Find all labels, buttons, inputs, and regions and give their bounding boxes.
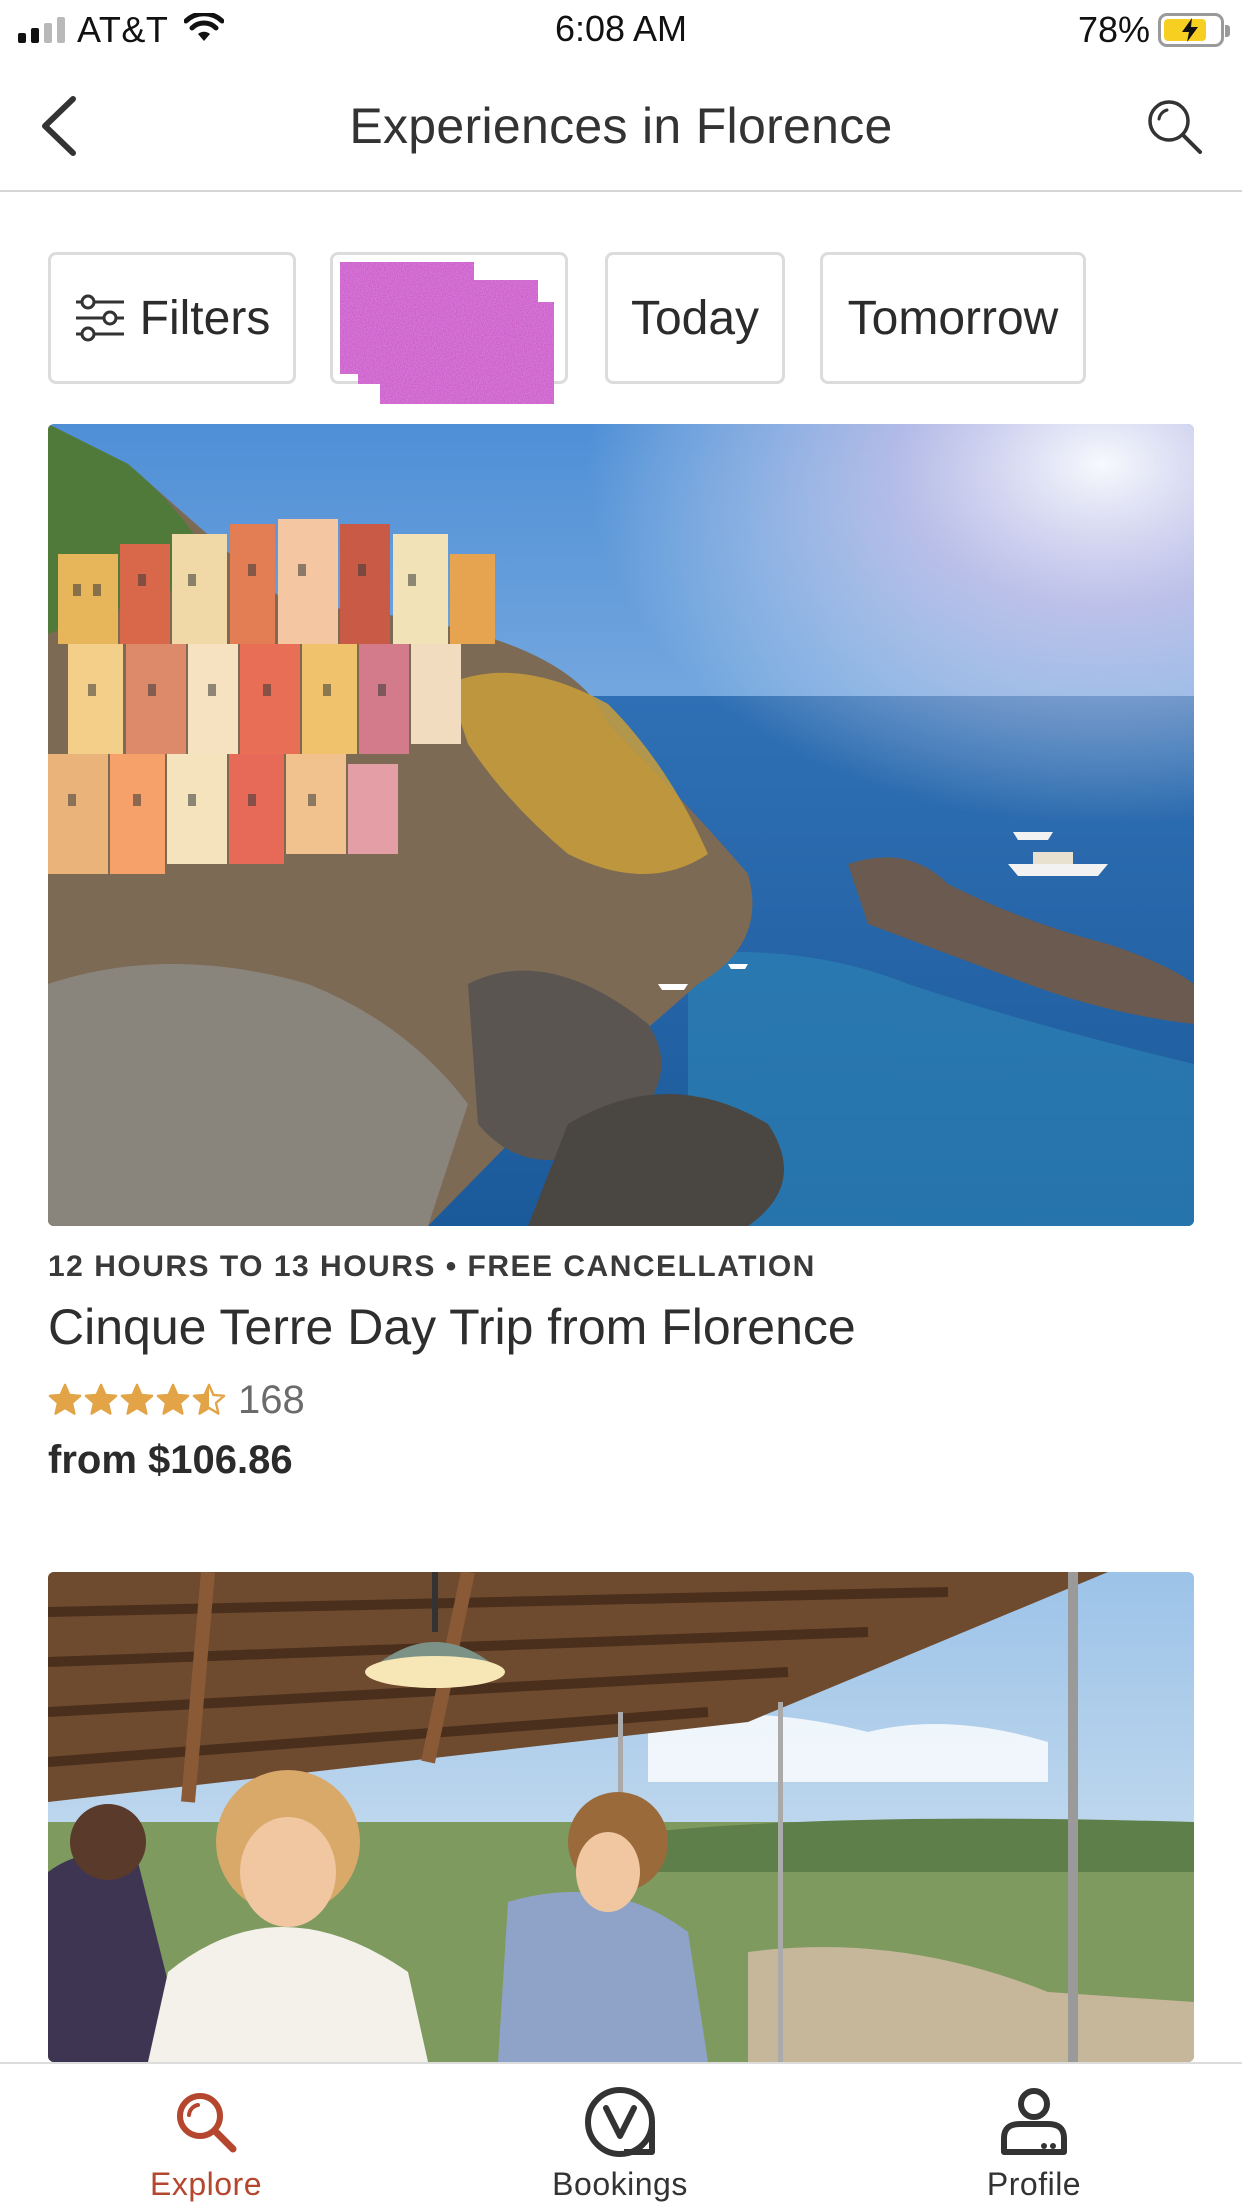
search-icon [173, 2086, 239, 2158]
review-count: 168 [238, 1377, 305, 1422]
tab-explore[interactable]: Explore [96, 2064, 316, 2208]
status-time: 6:08 AM [554, 8, 688, 49]
search-icon [1148, 100, 1202, 154]
listing-image[interactable] [48, 1572, 1194, 2062]
today-label: Today [630, 291, 760, 345]
star-icon [156, 1383, 190, 1415]
battery-percent: 78% [1077, 9, 1150, 50]
cooking-class-photo [48, 1572, 1194, 2062]
redacted-area [340, 262, 554, 404]
tomorrow-label: Tomorrow [847, 291, 1059, 345]
listing-meta: 12 HOURS TO 13 HOURS • FREE CANCELLATION [48, 1250, 816, 1283]
listing-image[interactable] [48, 424, 1194, 1226]
listing-title[interactable]: Cinque Terre Day Trip from Florence [48, 1298, 856, 1356]
tab-label: Bookings [552, 2166, 688, 2202]
today-chip[interactable]: Today [605, 252, 785, 384]
tomorrow-chip[interactable]: Tomorrow [820, 252, 1086, 384]
star-rating [48, 1383, 226, 1417]
status-bar: AT&T 6:08 AM 78% [0, 0, 1242, 62]
bookings-icon [584, 2086, 656, 2158]
battery-icon [1158, 13, 1230, 47]
cinque-terre-photo [48, 424, 1194, 1226]
tab-label: Explore [150, 2166, 262, 2202]
star-icon [120, 1383, 154, 1415]
star-icon [84, 1383, 118, 1415]
tab-bookings[interactable]: Bookings [510, 2064, 730, 2208]
sliders-icon [74, 294, 126, 342]
profile-icon [998, 2086, 1070, 2158]
star-icon [192, 1383, 226, 1415]
listing-price: from $106.86 [48, 1438, 293, 1482]
star-icon [48, 1383, 82, 1415]
status-right: 78% [1077, 8, 1230, 52]
tab-label: Profile [986, 2166, 1082, 2202]
tab-bar: Explore Bookings Profile [0, 2062, 1242, 2208]
search-button[interactable] [1142, 94, 1208, 160]
filters-button[interactable]: Filters [48, 252, 296, 384]
filters-label: Filters [139, 291, 271, 345]
page-title: Experiences in Florence [349, 98, 893, 154]
nav-header: Experiences in Florence [0, 62, 1242, 192]
tab-profile[interactable]: Profile [924, 2064, 1144, 2208]
charging-bolt-icon [1182, 18, 1198, 42]
listing-rating: 168 [48, 1376, 305, 1424]
